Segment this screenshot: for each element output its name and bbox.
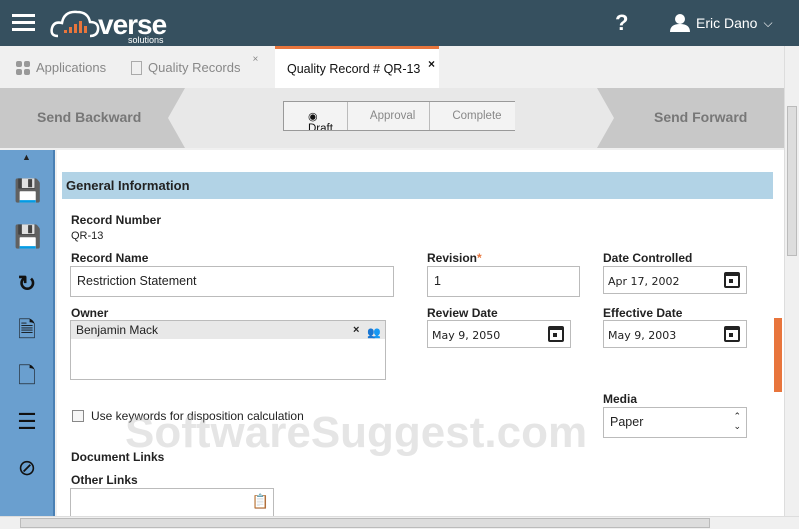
user-menu[interactable]: Eric Dano ⌵	[670, 14, 773, 32]
other-links-label: Other Links	[71, 473, 138, 487]
section-header: General Information	[62, 172, 773, 199]
media-label: Media	[603, 392, 638, 406]
tab-bar: Applications Quality Records × Quality Re…	[0, 46, 784, 88]
clipboard-icon[interactable]: 📋	[252, 493, 269, 510]
send-backward-button[interactable]: Send Backward	[0, 88, 185, 148]
side-panel-toggle[interactable]	[774, 318, 782, 392]
owner-input[interactable]: Benjamin Mack × 👥	[70, 320, 386, 380]
remove-icon[interactable]: ×	[353, 324, 359, 336]
calendar-icon[interactable]	[724, 272, 740, 288]
date-controlled-input[interactable]: Apr 17, 2002	[603, 266, 747, 294]
step-complete[interactable]: Complete	[430, 102, 515, 130]
owner-chip: Benjamin Mack ×	[71, 321, 385, 339]
document-icon	[131, 60, 142, 75]
horizontal-scrollbar[interactable]	[0, 516, 799, 529]
list-menu-icon[interactable]: ☰	[14, 409, 40, 435]
calendar-icon[interactable]	[724, 326, 740, 342]
pdf-icon[interactable]: 🗎	[14, 317, 40, 343]
people-icon[interactable]: 👥	[367, 326, 381, 339]
chevron-down-icon: ⌵	[763, 15, 773, 30]
step-draft[interactable]: ◉ Draft	[284, 102, 348, 130]
user-name: Eric Dano	[696, 15, 758, 31]
keywords-checkbox[interactable]	[72, 410, 84, 422]
close-icon[interactable]: ×	[252, 54, 258, 65]
tab-applications[interactable]: Applications	[16, 60, 106, 75]
record-name-input[interactable]: Restriction Statement	[70, 266, 394, 297]
date-controlled-label: Date Controlled	[603, 251, 693, 265]
top-bar: verse solutions ? Eric Dano ⌵	[0, 0, 799, 46]
review-date-input[interactable]: May 9, 2050	[427, 320, 571, 348]
map-pin-icon: ◉	[308, 111, 318, 123]
document-links-label: Document Links	[71, 450, 165, 464]
workflow-steps: ◉ Draft Approval Complete	[283, 101, 515, 131]
help-button[interactable]: ?	[615, 10, 628, 36]
logo: verse solutions	[50, 6, 170, 45]
workflow-bar: Send Backward ◉ Draft Approval Complete …	[0, 88, 784, 148]
menu-icon[interactable]	[12, 14, 35, 31]
media-select[interactable]: Paper ⌃ ⌄	[603, 407, 747, 438]
scroll-up-icon[interactable]: ▲	[22, 152, 31, 162]
tab-quality-record-qr13[interactable]: Quality Record # QR-13 ×	[275, 46, 439, 88]
revision-label: Revision*	[427, 251, 482, 265]
step-approval[interactable]: Approval	[348, 102, 431, 130]
owner-label: Owner	[71, 306, 109, 320]
tab-quality-records[interactable]: Quality Records ×	[131, 54, 258, 75]
new-document-icon[interactable]: 🗋	[14, 363, 40, 389]
calendar-icon[interactable]	[548, 326, 564, 342]
form-panel: General Information Record Number QR-13 …	[57, 150, 784, 516]
effective-date-input[interactable]: May 9, 2003	[603, 320, 747, 348]
record-name-label: Record Name	[71, 251, 149, 265]
effective-date-label: Effective Date	[603, 306, 683, 320]
action-toolbar: ▲ 💾 💾 ↻ 🗎 🗋 ☰ ⊘	[0, 150, 55, 516]
record-number: QR-13	[71, 230, 104, 242]
other-links-input[interactable]: 📋	[70, 488, 274, 516]
vertical-scrollbar[interactable]	[784, 46, 799, 516]
save-icon[interactable]: 💾	[14, 178, 41, 204]
grid-icon	[16, 60, 30, 75]
save-as-icon[interactable]: 💾	[14, 224, 41, 250]
close-icon[interactable]: ×	[428, 57, 435, 71]
refresh-icon[interactable]: ↻	[14, 271, 40, 297]
send-forward-button[interactable]: Send Forward	[597, 88, 784, 148]
cancel-icon[interactable]: ⊘	[14, 455, 40, 481]
record-number-label: Record Number	[71, 213, 162, 227]
updown-icon: ⌃ ⌄	[733, 411, 741, 431]
revision-input[interactable]: 1	[427, 266, 580, 297]
review-date-label: Review Date	[427, 306, 498, 320]
keywords-label: Use keywords for disposition calculation	[91, 409, 304, 423]
user-icon	[670, 14, 690, 32]
